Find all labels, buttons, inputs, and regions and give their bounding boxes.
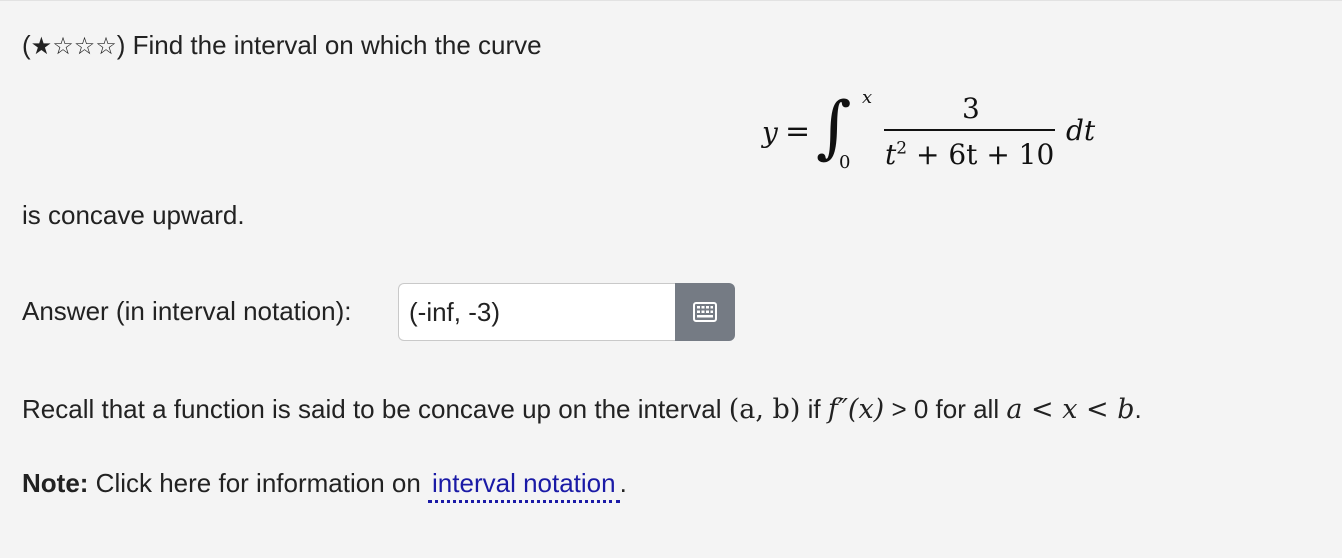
- formula-equals: =: [785, 114, 811, 149]
- answer-input[interactable]: [398, 283, 675, 341]
- integral-lower-limit: 0: [839, 152, 851, 173]
- answer-input-group: [398, 283, 735, 341]
- integral-differential: dt: [1066, 114, 1096, 147]
- recall-definition: Recall that a function is said to be con…: [22, 394, 1142, 425]
- fraction-numerator: 3: [962, 92, 980, 125]
- math-keyboard-button[interactable]: [675, 283, 735, 341]
- formula-lhs: y: [762, 116, 778, 149]
- answer-label: Answer (in interval notation):: [22, 296, 352, 326]
- second-derivative-expression: f″(x): [827, 394, 885, 425]
- note-line: Note: Click here for information on inte…: [22, 467, 627, 503]
- fraction-bar: [884, 129, 1055, 131]
- integral-upper-limit: x: [862, 87, 873, 108]
- interval-expression: (a, b): [728, 394, 801, 425]
- note-text: Click here for information on: [88, 468, 429, 498]
- question-suffix: is concave upward.: [22, 200, 245, 230]
- integral-formula: y = ∫ x 0 3 t2 + 6t + 10 dt: [0, 0, 1342, 200]
- note-label: Note:: [22, 468, 89, 498]
- range-expression: a < x < b: [1006, 394, 1135, 425]
- fraction-denominator: t2 + 6t + 10: [885, 138, 1055, 171]
- keyboard-icon: [693, 302, 717, 322]
- interval-notation-link[interactable]: interval notation: [428, 468, 620, 503]
